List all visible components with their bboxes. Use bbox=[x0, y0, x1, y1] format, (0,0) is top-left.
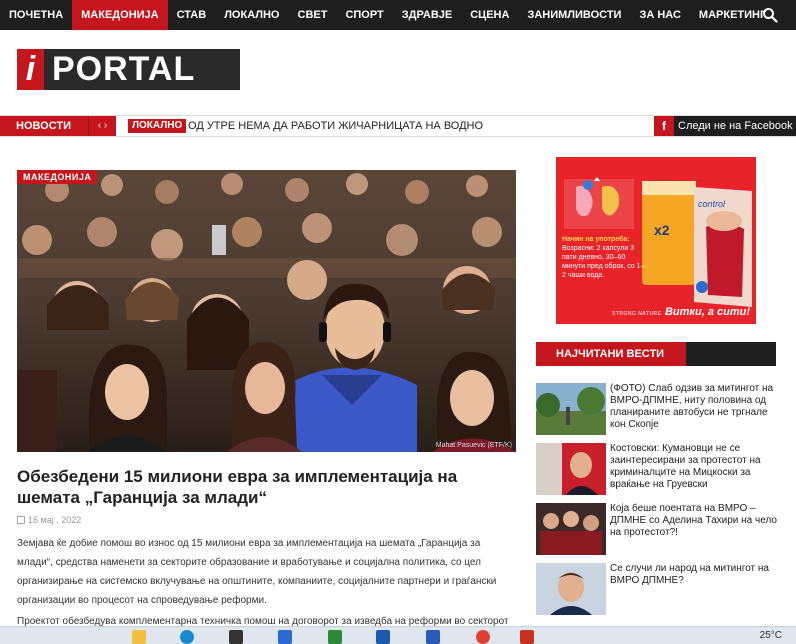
list-item-thumbnail[interactable] bbox=[536, 563, 606, 615]
facebook-icon: f bbox=[654, 116, 674, 136]
acrobat-icon[interactable] bbox=[520, 630, 534, 644]
article-title[interactable]: Обезбедени 15 милиони евра за имплемента… bbox=[17, 466, 516, 508]
outlook-icon[interactable] bbox=[376, 630, 390, 644]
calendar-icon[interactable] bbox=[278, 630, 292, 644]
list-item-title[interactable]: Која беше поентата на ВМРО – ДПМНЕ со Ад… bbox=[610, 503, 782, 539]
facebook-follow[interactable]: f Следи не на Facebook bbox=[654, 116, 796, 136]
list-item[interactable]: Која беше поентата на ВМРО – ДПМНЕ со Ад… bbox=[536, 503, 786, 563]
search-icon[interactable] bbox=[762, 7, 778, 23]
hero-photo bbox=[17, 170, 516, 452]
list-item-title[interactable]: Костовски: Кумановци не се заинтересиран… bbox=[610, 443, 782, 491]
most-read-header: НАЈЧИТАНИ ВЕСТИ bbox=[536, 342, 776, 366]
nav-item-za-nas[interactable]: ЗА НАС bbox=[630, 0, 689, 30]
ad-usage-heading: Начин на употреба: bbox=[562, 236, 630, 243]
list-item-thumbnail[interactable] bbox=[536, 383, 606, 435]
ad-slogan: Витки, а сити! bbox=[664, 306, 750, 318]
facebook-follow-label: Следи не на Facebook bbox=[678, 120, 793, 132]
list-item-thumbnail[interactable] bbox=[536, 443, 606, 495]
nav-item-zanimlivosti[interactable]: ЗАНИМЛИВОСТИ bbox=[518, 0, 630, 30]
nav-item-stav[interactable]: СТАВ bbox=[168, 0, 216, 30]
page: { "nav": { "items": ["ПОЧЕТНА", "МАКЕДОН… bbox=[0, 0, 796, 644]
ticker-label: НОВОСТИ bbox=[0, 116, 88, 136]
sidebar-advertisement[interactable]: x2 control Начин на употреба: Возрасни: … bbox=[556, 157, 756, 324]
skype-icon[interactable] bbox=[180, 630, 194, 644]
ad-usage-body: Возрасни: 2 капсули 3 пати дневно, 30–60… bbox=[562, 245, 645, 279]
article-date: 16 мај , 2022 bbox=[17, 515, 81, 525]
os-taskbar: 25°C bbox=[0, 626, 796, 644]
logo-i: i bbox=[17, 49, 44, 90]
app-icon[interactable] bbox=[229, 630, 243, 644]
nav-item-sport[interactable]: СПОРТ bbox=[336, 0, 392, 30]
nav-item-makedonija[interactable]: МАКЕДОНИЈА bbox=[72, 0, 168, 30]
list-item-title[interactable]: Се случи ли народ на митингот на ВМРО ДП… bbox=[610, 563, 782, 587]
article-body: Земјава ќе добие помош во износ од 15 ми… bbox=[17, 538, 497, 606]
site-logo[interactable]: i PORTAL bbox=[17, 49, 240, 90]
weather-temperature[interactable]: 25°C bbox=[760, 630, 782, 641]
file-explorer-icon[interactable] bbox=[132, 630, 146, 644]
nav-item-lokalno[interactable]: ЛОКАЛНО bbox=[215, 0, 288, 30]
logo-word: PORTAL bbox=[44, 49, 240, 90]
list-item-thumbnail[interactable] bbox=[536, 503, 606, 555]
news-ticker: НОВОСТИ ‹ › ЛОКАЛНО ОД УТРЕ НЕМА ДА РАБО… bbox=[0, 115, 796, 137]
most-read-list: (ФОТО) Слаб одзив за митингот на ВМРО-ДП… bbox=[536, 383, 786, 623]
word-icon[interactable] bbox=[426, 630, 440, 644]
ad-usage-text: Начин на употреба: Возрасни: 2 капсули 3… bbox=[562, 235, 648, 280]
article-date-text: 16 мај , 2022 bbox=[28, 515, 82, 525]
article-hero-image[interactable]: МАКЕДОНИЈА Mahat Pasuevic (ETF/K) bbox=[17, 170, 516, 452]
list-item[interactable]: Се случи ли народ на митингот на ВМРО ДП… bbox=[536, 563, 786, 623]
ticker-headline[interactable]: ОД УТРЕ НЕМА ДА РАБОТИ ЖИЧАРНИЦАТА НА ВО… bbox=[188, 116, 483, 136]
ticker-arrows[interactable]: ‹ › bbox=[88, 116, 116, 136]
ad-product-name: control bbox=[698, 199, 726, 209]
ticker-category-tag[interactable]: ЛОКАЛНО bbox=[128, 119, 187, 133]
list-item-title[interactable]: (ФОТО) Слаб одзив за митингот на ВМРО-ДП… bbox=[610, 383, 782, 431]
nav-item-svet[interactable]: СВЕТ bbox=[289, 0, 337, 30]
most-read-title: НАЈЧИТАНИ ВЕСТИ bbox=[536, 342, 686, 366]
nav-item-scena[interactable]: СЦЕНА bbox=[461, 0, 518, 30]
article-category-badge[interactable]: МАКЕДОНИЈА bbox=[17, 170, 98, 184]
list-item[interactable]: Костовски: Кумановци не се заинтересиран… bbox=[536, 443, 786, 503]
image-credit: Mahat Pasuevic (ETF/K) bbox=[435, 442, 512, 449]
ad-badge: x2 bbox=[654, 222, 670, 238]
top-navigation: ПОЧЕТНА МАКЕДОНИЈА СТАВ ЛОКАЛНО СВЕТ СПО… bbox=[0, 0, 796, 30]
list-item[interactable]: (ФОТО) Слаб одзив за митингот на ВМРО-ДП… bbox=[536, 383, 786, 443]
spreadsheet-icon[interactable] bbox=[328, 630, 342, 644]
nav-item-zdravje[interactable]: ЗДРАВЈЕ bbox=[393, 0, 461, 30]
chrome-icon[interactable] bbox=[476, 630, 490, 644]
nav-item-pochetna[interactable]: ПОЧЕТНА bbox=[0, 0, 72, 30]
calendar-icon bbox=[17, 516, 25, 524]
article-body-continued: Проектот обезбедува комплементарна техни… bbox=[17, 616, 509, 626]
ad-brand: STRONG NATURE bbox=[612, 311, 662, 317]
